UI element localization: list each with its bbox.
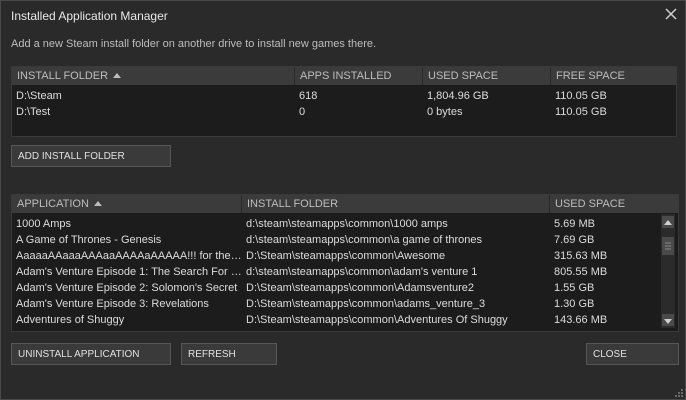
uninstall-application-button[interactable]: UNINSTALL APPLICATION (11, 343, 171, 365)
chevron-up-icon[interactable] (662, 216, 674, 228)
close-button[interactable]: CLOSE (586, 343, 679, 365)
installed-application-manager-window: Installed Application Manager Add a new … (0, 0, 686, 400)
cell-install-folder: D:\Steam\steamapps\common\Awesome (246, 250, 446, 262)
column-header-used-space[interactable]: USED SPACE (550, 195, 678, 213)
add-install-folder-button[interactable]: ADD INSTALL FOLDER (11, 145, 171, 167)
cell-used-space: 1.55 GB (554, 282, 595, 294)
cell-apps: 0 (299, 106, 306, 118)
cell-install-folder: d:\steam\steamapps\common\adam's venture… (246, 266, 478, 278)
cell-used-space: 5.69 MB (554, 218, 595, 230)
cell-install-folder: D:\Steam\steamapps\common\Adamsventure2 (246, 282, 475, 294)
column-header-application[interactable]: APPLICATION (12, 195, 242, 213)
table-row[interactable]: D:\Steam 618 1,804.96 GB 110.05 GB (12, 88, 676, 104)
cell-free: 110.05 GB (555, 106, 607, 118)
column-header-used-space[interactable]: USED SPACE (423, 67, 551, 85)
column-header-install-folder[interactable]: INSTALL FOLDER (12, 67, 295, 85)
column-header-apps-installed[interactable]: APPS INSTALLED (295, 67, 423, 85)
titlebar: Installed Application Manager (1, 1, 685, 31)
cell-application: 1000 Amps (16, 218, 72, 230)
cell-apps: 618 (299, 90, 318, 102)
table-header: APPLICATION INSTALL FOLDER USED SPACE (12, 195, 678, 213)
cell-used-space: 1.30 GB (554, 298, 595, 310)
cell-application: Adam's Venture Episode 2: Solomon's Secr… (16, 282, 238, 294)
close-icon[interactable] (664, 7, 678, 21)
table-row[interactable]: A Game of Thrones - Genesis d:\steam\ste… (12, 232, 678, 248)
cell-install-folder: d:\steam\steamapps\common\a game of thro… (246, 234, 483, 246)
cell-used-space: 315.63 MB (554, 250, 608, 262)
cell-folder: D:\Steam (16, 90, 62, 102)
table-row[interactable]: 1000 Amps d:\steam\steamapps\common\1000… (12, 216, 678, 232)
cell-application: Adventures of Shuggy (16, 314, 125, 326)
instructions-text: Add a new Steam install folder on anothe… (11, 38, 377, 50)
sort-ascending-icon (93, 201, 102, 206)
table-header: INSTALL FOLDER APPS INSTALLED USED SPACE… (12, 67, 676, 85)
cell-install-folder: D:\Steam\steamapps\common\adams_venture_… (246, 298, 486, 310)
scrollbar-thumb[interactable] (662, 237, 674, 255)
table-row[interactable]: Adam's Venture Episode 1: The Search For… (12, 264, 678, 280)
refresh-button[interactable]: REFRESH (181, 343, 277, 365)
table-row[interactable]: D:\Test 0 0 bytes 110.05 GB (12, 104, 676, 120)
cell-folder: D:\Test (16, 106, 51, 118)
table-row[interactable]: Adam's Venture Episode 3: Revelations D:… (12, 296, 678, 312)
cell-application: AaaaaAAaaaAAAaaAAAAaAAAAA!!! for the Awe… (16, 250, 242, 262)
vertical-scrollbar[interactable] (661, 214, 675, 328)
cell-used: 0 bytes (427, 106, 463, 118)
cell-free: 110.05 GB (555, 90, 607, 102)
table-row[interactable]: Adventures of Shuggy D:\Steam\steamapps\… (12, 312, 678, 328)
cell-used-space: 7.69 GB (554, 234, 595, 246)
cell-install-folder: D:\Steam\steamapps\common\Adventures Of … (246, 314, 508, 326)
column-header-free-space[interactable]: FREE SPACE (551, 67, 676, 85)
column-header-install-folder[interactable]: INSTALL FOLDER (242, 195, 550, 213)
chevron-down-icon[interactable] (662, 314, 674, 326)
cell-used-space: 143.66 MB (554, 314, 608, 326)
cell-install-folder: d:\steam\steamapps\common\1000 amps (246, 218, 448, 230)
sort-ascending-icon (113, 73, 122, 78)
resize-grip-icon[interactable] (674, 388, 684, 398)
cell-used-space: 805.55 MB (554, 266, 608, 278)
applications-table: APPLICATION INSTALL FOLDER USED SPACE 10… (11, 194, 679, 332)
cell-application: A Game of Thrones - Genesis (16, 234, 162, 246)
cell-used: 1,804.96 GB (427, 90, 489, 102)
cell-application: Adam's Venture Episode 3: Revelations (16, 298, 209, 310)
install-folders-table: INSTALL FOLDER APPS INSTALLED USED SPACE… (11, 66, 677, 137)
cell-application: Adam's Venture Episode 1: The Search For… (16, 266, 242, 278)
table-row[interactable]: Adam's Venture Episode 2: Solomon's Secr… (12, 280, 678, 296)
window-title: Installed Application Manager (11, 9, 168, 23)
table-row[interactable]: AaaaaAAaaaAAAaaAAAAaAAAAA!!! for the Awe… (12, 248, 678, 264)
